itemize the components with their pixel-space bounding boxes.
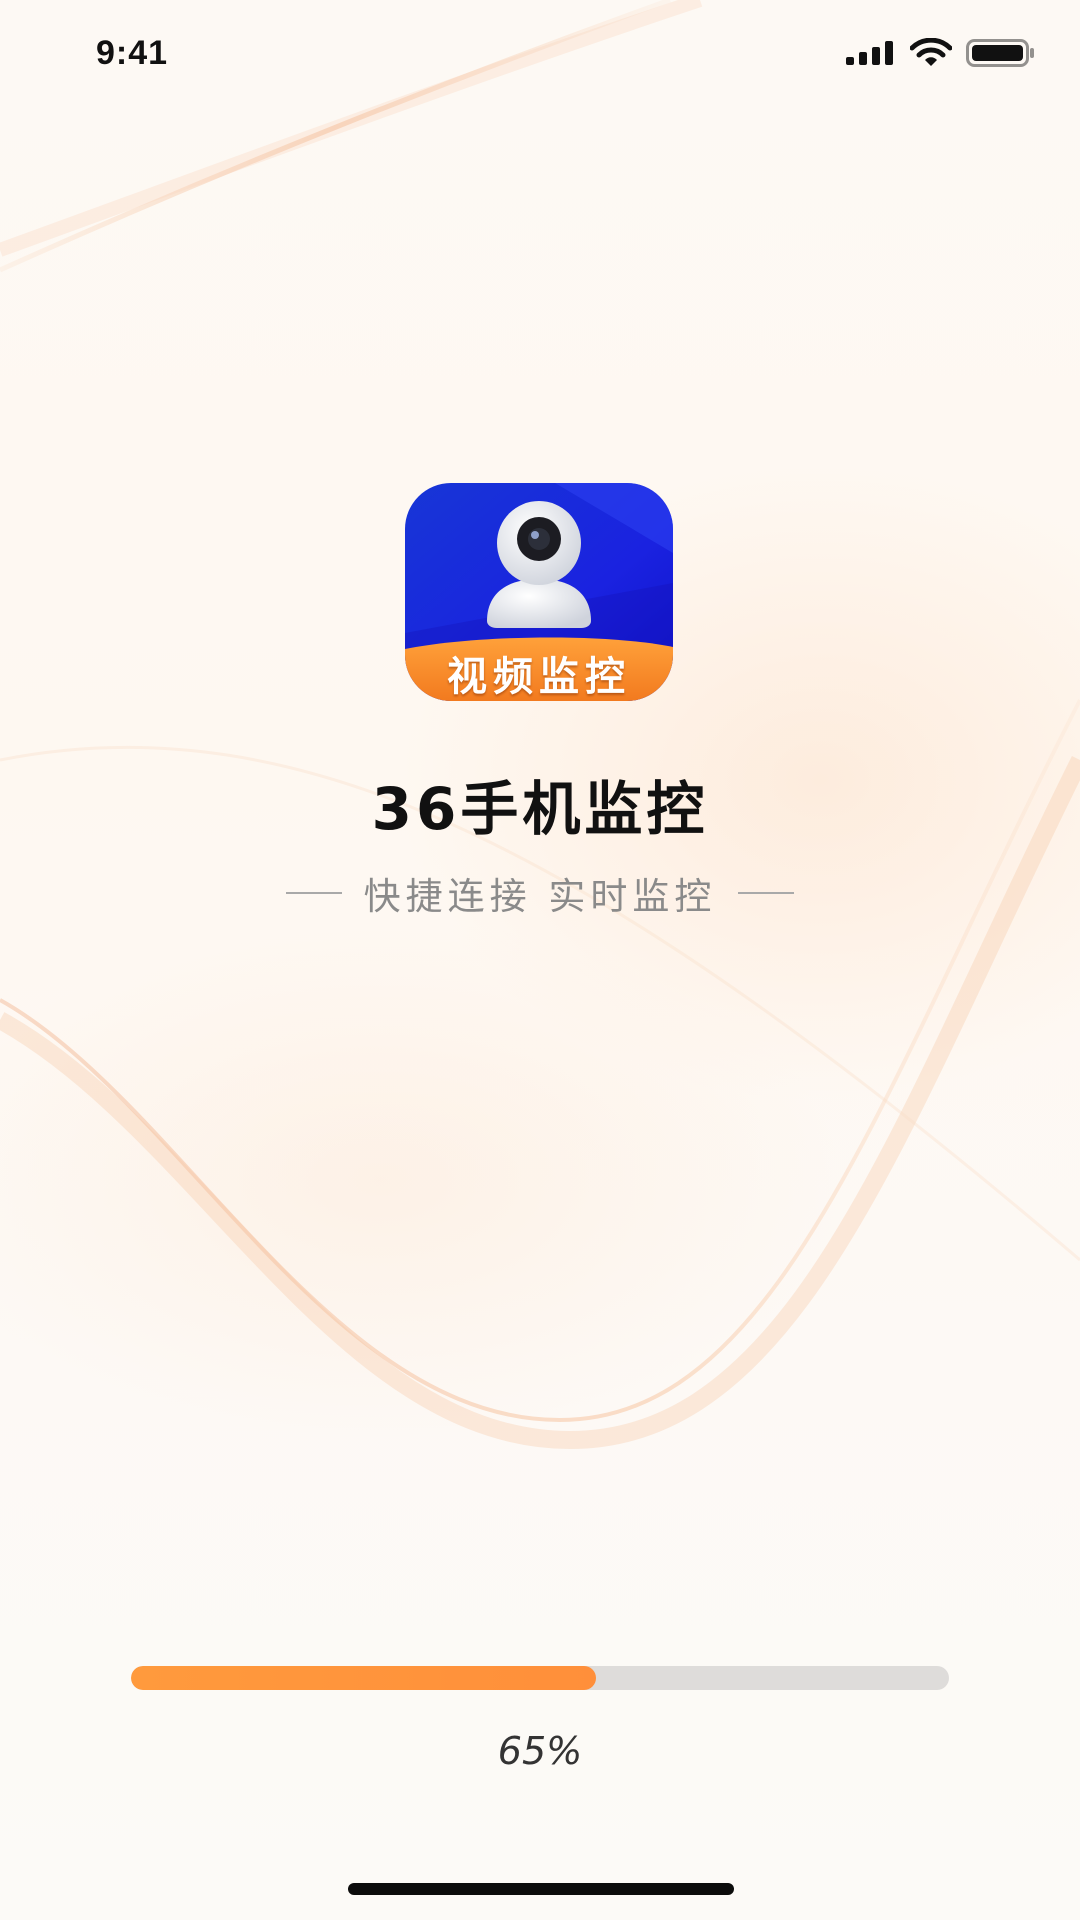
status-bar: 9:41: [0, 0, 1080, 110]
background-swoosh: [0, 0, 1080, 1450]
subtitle-left-divider: [285, 892, 342, 894]
loading-progress-bar: [131, 1666, 949, 1690]
home-indicator[interactable]: [348, 1883, 734, 1895]
app-title: 36手机监控: [371, 775, 709, 843]
battery-icon: [966, 38, 1036, 72]
loading-progress-fill: [131, 1666, 597, 1690]
cellular-signal-icon: [846, 41, 896, 69]
status-time: 9:41: [96, 34, 169, 72]
subtitle-text: 快捷连接 实时监控: [363, 875, 717, 918]
app-subtitle: 快捷连接 实时监控: [0, 866, 1080, 920]
security-camera-app-icon: 视频监控: [405, 483, 673, 701]
subtitle-right-divider: [738, 892, 795, 894]
app-icon-label: 视频监控: [447, 654, 631, 700]
loading-progress-text: 65%: [497, 1729, 583, 1773]
splash-screen: 9:41 视频监控 36手机监控 快捷连接 实时监控 65%: [0, 0, 1080, 1920]
status-icons: [846, 37, 1036, 72]
wifi-icon: [909, 37, 953, 72]
